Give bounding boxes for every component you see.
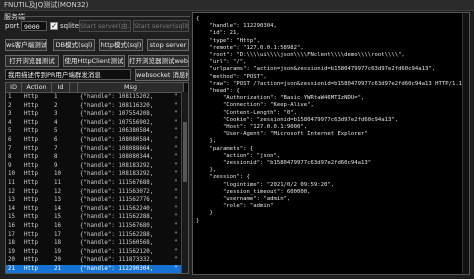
json-line: "urlparams": "action=json&zessionid=b158…: [196, 66, 436, 73]
json-line: "handle": 112290304,: [196, 23, 277, 30]
json-line: "Cookie": "zessionid=b1580479977c63d97e2…: [196, 116, 399, 123]
json-line: "zessionid": "b1580479977c63d97e2fd60c94…: [196, 160, 372, 166]
window-titlebar: FNUTIL及JQ测试(MON32): [0, 0, 474, 11]
json-line: "method": "POST",: [196, 73, 267, 80]
websocket-push-button[interactable]: websocket 消息推送: [135, 69, 189, 81]
cell-num: 21: [54, 266, 61, 272]
table-scrollbar[interactable]: [181, 92, 188, 273]
json-line: "role": "admin": [196, 203, 274, 210]
json-line: "zession_timeout": 600000,: [196, 188, 311, 195]
col-header-num[interactable]: Id: [52, 83, 70, 92]
json-line: "Connection": "Keep-Alive",: [196, 102, 314, 109]
col-header-id[interactable]: ID: [6, 83, 22, 92]
json-scrollbar[interactable]: [462, 13, 469, 274]
json-line: "raw": "POST /?action=json&zessionid=b15…: [209, 80, 469, 87]
col-header-blank[interactable]: [70, 83, 78, 92]
json-line: "paramets": {: [196, 145, 254, 152]
use-httpclient-button[interactable]: 使用HttpClient测试: [63, 55, 125, 67]
open-browser-test-button[interactable]: 打开浏览器测试: [5, 55, 59, 67]
start-server-button[interactable]: Start server(由...: [79, 20, 131, 32]
json-line: "head": {: [196, 88, 240, 94]
message-input[interactable]: 我用描述传到PR用户端群发消息: [5, 69, 131, 80]
json-line: {: [196, 16, 200, 22]
json-line: "zession": {: [196, 174, 250, 181]
group-divider: [20, 16, 190, 17]
col-header-action[interactable]: Action: [22, 83, 52, 92]
stop-server-button[interactable]: stop server: [147, 39, 189, 51]
cell-action: Http: [24, 266, 38, 272]
json-line: "Authorization": "Basic YWRtaW46MTIzNDU=…: [196, 95, 365, 102]
table-row[interactable]: 21 Http 21 {"handle": 112290304, ": [6, 265, 184, 273]
sqlite-checkbox[interactable]: ✓: [50, 22, 58, 30]
json-line: "Host": "127.0.0.1:9000",: [196, 124, 308, 130]
open-browser-websocket-button[interactable]: 打开浏览器测试websocket: [128, 55, 189, 67]
json-line: "id": 21,: [196, 30, 240, 37]
json-line: "type": "Http",: [196, 37, 260, 44]
port-input[interactable]: 9000: [21, 21, 47, 31]
cell-msg: {"handle": 112290304,: [80, 266, 154, 272]
db-mode-button[interactable]: DB模式(sql): [53, 39, 95, 51]
ws-client-test-button[interactable]: ws客户端测试: [5, 39, 47, 51]
json-viewer: { "handle": 112290304, "id": 21, "type":…: [192, 12, 470, 275]
col-header-msg[interactable]: Msg: [78, 83, 184, 92]
json-line: "Content-Length": "0",: [196, 109, 298, 116]
json-line: }: [196, 217, 200, 224]
window-title: FNUTIL及JQ测试(MON32): [4, 1, 89, 9]
json-line: "username": "admin",: [196, 196, 291, 202]
json-line: }: [196, 210, 213, 217]
json-line: "logintime": "2021/0/2 09:59:20",: [196, 181, 335, 188]
json-line: },: [196, 138, 217, 145]
json-line: "action": "json",: [196, 152, 281, 159]
json-line: "root": "D:\\\\ui\\\\json\\\\FNclent\\\\…: [196, 52, 405, 58]
json-line: "url": "/",: [196, 59, 247, 66]
table-scroll-thumb[interactable]: [183, 122, 187, 182]
table-header: ID Action Id Msg: [6, 83, 184, 93]
request-table: ID Action Id Msg 1 Http 1 {"handle": 108115…: [5, 82, 189, 274]
json-line: "remote": "127.0.0.1:58982",: [196, 44, 304, 51]
start-server-sqlite-button[interactable]: Start server(sqlite): [133, 20, 189, 32]
json-line: "User-Agent": "Microsoft Internet Explor…: [196, 131, 368, 138]
cell-id: 21: [8, 266, 15, 272]
sqlite-label: sqlite: [60, 22, 80, 30]
port-label: port: [5, 22, 20, 30]
json-line: },: [196, 167, 217, 174]
http-mode-button[interactable]: http模式(sql): [99, 39, 143, 51]
